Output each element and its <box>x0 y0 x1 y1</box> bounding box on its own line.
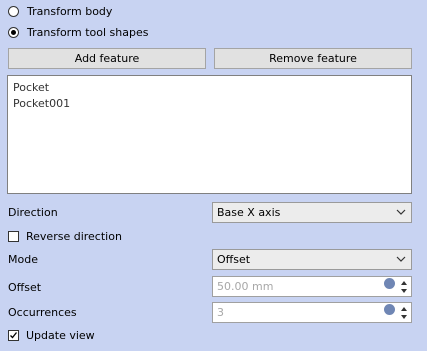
direction-label: Direction <box>8 206 58 219</box>
feature-list[interactable]: Pocket Pocket001 <box>7 75 412 194</box>
mode-select[interactable]: Offset <box>212 249 412 270</box>
spin-arrows-icon[interactable] <box>399 279 409 295</box>
transform-tool-shapes-radio[interactable] <box>8 27 19 38</box>
direction-value: Base X axis <box>217 206 281 219</box>
update-view-label: Update view <box>26 329 95 342</box>
transform-tool-shapes-option[interactable]: Transform tool shapes <box>8 26 208 40</box>
transform-body-label: Transform body <box>27 5 113 18</box>
list-item[interactable]: Pocket001 <box>13 97 70 110</box>
spin-arrows-icon[interactable] <box>399 305 409 321</box>
update-view-checkbox[interactable] <box>8 330 19 341</box>
chevron-down-icon <box>396 209 406 215</box>
occurrences-input[interactable]: 3 <box>212 302 412 323</box>
mode-value: Offset <box>217 253 251 266</box>
transform-body-radio[interactable] <box>8 6 19 17</box>
transform-body-option[interactable]: Transform body <box>8 5 168 19</box>
expression-icon[interactable] <box>384 304 395 315</box>
offset-label: Offset <box>8 281 42 294</box>
occurrences-value: 3 <box>217 306 224 319</box>
occurrences-label: Occurrences <box>8 306 77 319</box>
reverse-direction-checkbox[interactable] <box>8 231 19 242</box>
update-view-option[interactable]: Update view <box>8 329 168 343</box>
transform-tool-shapes-label: Transform tool shapes <box>27 26 149 39</box>
mode-label: Mode <box>8 253 38 266</box>
offset-value: 50.00 mm <box>217 280 274 293</box>
offset-input[interactable]: 50.00 mm <box>212 276 412 297</box>
checkmark-icon <box>10 332 18 339</box>
reverse-direction-option[interactable]: Reverse direction <box>8 230 168 244</box>
remove-feature-button[interactable]: Remove feature <box>214 48 412 69</box>
expression-icon[interactable] <box>384 278 395 289</box>
chevron-down-icon <box>396 256 406 262</box>
list-item[interactable]: Pocket <box>13 81 49 94</box>
reverse-direction-label: Reverse direction <box>26 230 122 243</box>
direction-select[interactable]: Base X axis <box>212 202 412 223</box>
add-feature-button[interactable]: Add feature <box>8 48 206 69</box>
